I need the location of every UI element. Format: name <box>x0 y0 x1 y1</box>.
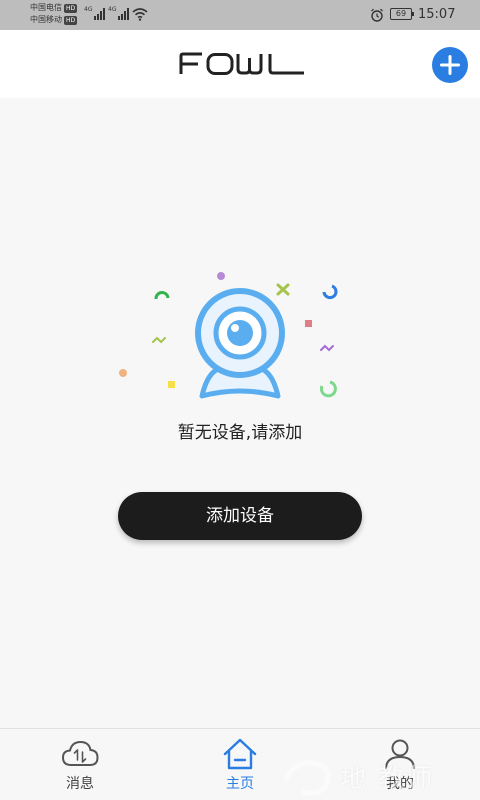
signal-icon: 4G <box>84 6 106 20</box>
nav-label-profile: 我的 <box>386 776 414 792</box>
home-icon <box>223 738 257 770</box>
empty-state-message: 暂无设备,请添加 <box>177 423 303 443</box>
brand-logo <box>178 52 306 76</box>
wifi-icon <box>132 8 148 21</box>
app-header <box>0 30 480 98</box>
add-device-button[interactable]: 添加设备 <box>118 492 362 540</box>
nav-item-home[interactable]: 主页 <box>180 729 300 800</box>
nav-item-profile[interactable]: 我的 <box>340 729 460 800</box>
status-time: 15:07 <box>418 7 456 22</box>
cloud-icon <box>61 740 99 766</box>
user-icon <box>385 739 415 770</box>
battery-indicator: 69 <box>390 8 414 20</box>
carrier-1-name: 中国电信 <box>30 3 62 12</box>
signal-icon: 4G <box>108 6 130 20</box>
carrier-2-name: 中国移动 <box>30 15 62 24</box>
hd-badge: HD <box>64 15 78 25</box>
nav-label-home: 主页 <box>226 776 254 792</box>
bottom-nav: 消息 主页 我的 <box>0 728 480 800</box>
add-button[interactable] <box>432 47 468 83</box>
plus-icon <box>440 55 460 75</box>
network-type-label: 4G <box>108 6 117 13</box>
status-bar: 中国电信 HD 中国移动 HD 4G 4G 69 15:07 <box>0 0 480 30</box>
nav-label-messages: 消息 <box>66 776 94 792</box>
nav-item-messages[interactable]: 消息 <box>20 729 140 800</box>
network-type-label: 4G <box>84 6 93 13</box>
alarm-icon <box>371 8 383 22</box>
empty-camera-illustration <box>119 272 338 399</box>
carrier-info: 中国电信 HD 中国移动 HD <box>30 2 78 26</box>
hd-badge: HD <box>64 3 78 13</box>
